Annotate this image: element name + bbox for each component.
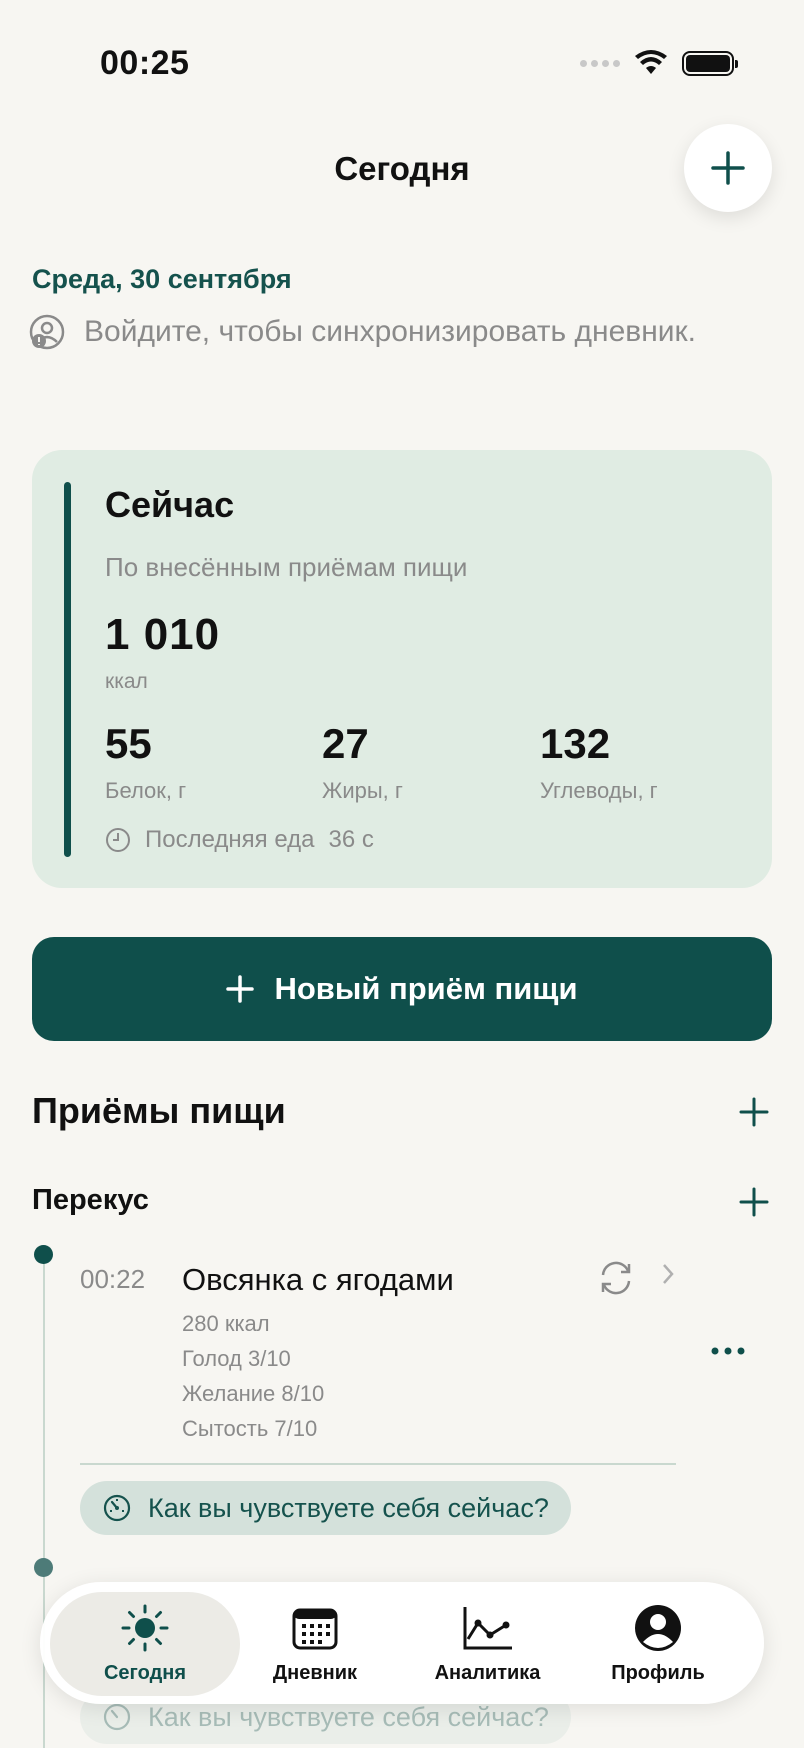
kcal-value: 1 010 — [105, 610, 221, 659]
add-button[interactable] — [684, 124, 772, 212]
now-card-title: Сейчас — [105, 484, 235, 525]
tab-label: Аналитика — [434, 1662, 541, 1684]
tab-label: Дневник — [272, 1662, 358, 1684]
tab-analytics[interactable]: Аналитика — [430, 1604, 545, 1685]
open-meal-button[interactable] — [660, 1262, 676, 1291]
new-meal-button[interactable]: Новый приём пищи — [32, 937, 772, 1041]
meal-hunger: Голод 3/10 — [182, 1346, 291, 1371]
last-meal-value: 36 с — [328, 826, 374, 853]
kcal-unit: ккал — [105, 670, 148, 693]
meal-name[interactable]: Овсянка с ягодами — [182, 1262, 454, 1298]
add-meal-button[interactable] — [736, 1094, 772, 1130]
clock-icon — [106, 828, 130, 852]
protein-label: Белок, г — [105, 778, 187, 803]
meal-fullness: Сытость 7/10 — [182, 1416, 318, 1441]
timeline-dot — [34, 1558, 53, 1577]
calendar-icon — [292, 1608, 338, 1650]
timeline-dot — [34, 1245, 53, 1264]
chart-icon — [463, 1607, 512, 1650]
new-meal-label: Новый приём пищи — [274, 971, 578, 1006]
now-card-subtitle: По внесённым приёмам пищи — [105, 552, 468, 582]
meal-time: 00:22 — [80, 1264, 146, 1294]
tab-label: Сегодня — [103, 1662, 187, 1684]
current-date: Среда, 30 сентября — [32, 264, 292, 294]
status-icons — [580, 50, 738, 76]
last-meal-label: Последняя еда — [145, 826, 315, 853]
tab-profile[interactable]: Профиль — [608, 1604, 708, 1685]
plus-icon — [739, 1187, 769, 1217]
plus-icon — [711, 151, 745, 185]
feel-prompt-text: Как вы чувствуете себя сейчас? — [148, 1492, 549, 1523]
add-snack-button[interactable] — [736, 1184, 772, 1220]
feel-prompt-chip[interactable]: Как вы чувствуете себя сейчас? — [80, 1481, 571, 1535]
battery-icon — [682, 50, 738, 76]
repeat-meal-button[interactable] — [596, 1258, 636, 1303]
gauge-icon — [103, 1494, 131, 1522]
plus-icon — [739, 1097, 769, 1127]
meal-kcal: 280 ккал — [182, 1311, 270, 1336]
meal-more-button[interactable] — [710, 1344, 746, 1362]
meal-desire: Желание 8/10 — [182, 1381, 325, 1406]
profile-icon — [635, 1605, 681, 1651]
tab-today[interactable]: Сегодня — [95, 1604, 195, 1685]
card-accent-bar — [64, 482, 71, 857]
protein-value: 55 — [105, 720, 152, 767]
sync-prompt-text: Войдите, чтобы синхронизировать дневник. — [84, 315, 696, 348]
chevron-right-icon — [663, 1264, 674, 1284]
account-sync-icon — [29, 314, 65, 350]
sync-prompt[interactable]: Войдите, чтобы синхронизировать дневник. — [28, 314, 696, 350]
tab-diary[interactable]: Дневник — [265, 1604, 365, 1685]
carbs-label: Углеводы, г — [540, 778, 658, 803]
meal-group-title: Перекус — [32, 1184, 149, 1216]
sun-icon — [121, 1604, 169, 1652]
tab-label: Профиль — [611, 1662, 705, 1684]
status-time: 00:25 — [100, 44, 190, 82]
fat-value: 27 — [322, 720, 369, 767]
repeat-icon — [601, 1261, 631, 1295]
plus-icon — [226, 975, 255, 1003]
fat-label: Жиры, г — [322, 778, 403, 803]
feel-prompt-text: Как вы чувствуете себя сейчас? — [148, 1701, 549, 1732]
gauge-icon — [103, 1703, 131, 1731]
cellular-signal-icon — [580, 59, 620, 67]
last-meal-row: Последняя еда 36 с — [105, 826, 374, 854]
timeline-line — [43, 1262, 45, 1748]
meal-divider — [80, 1463, 676, 1465]
meals-section-title: Приёмы пищи — [32, 1090, 286, 1131]
carbs-value: 132 — [540, 720, 611, 767]
wifi-icon — [635, 50, 667, 74]
more-dots-icon — [711, 1347, 745, 1355]
